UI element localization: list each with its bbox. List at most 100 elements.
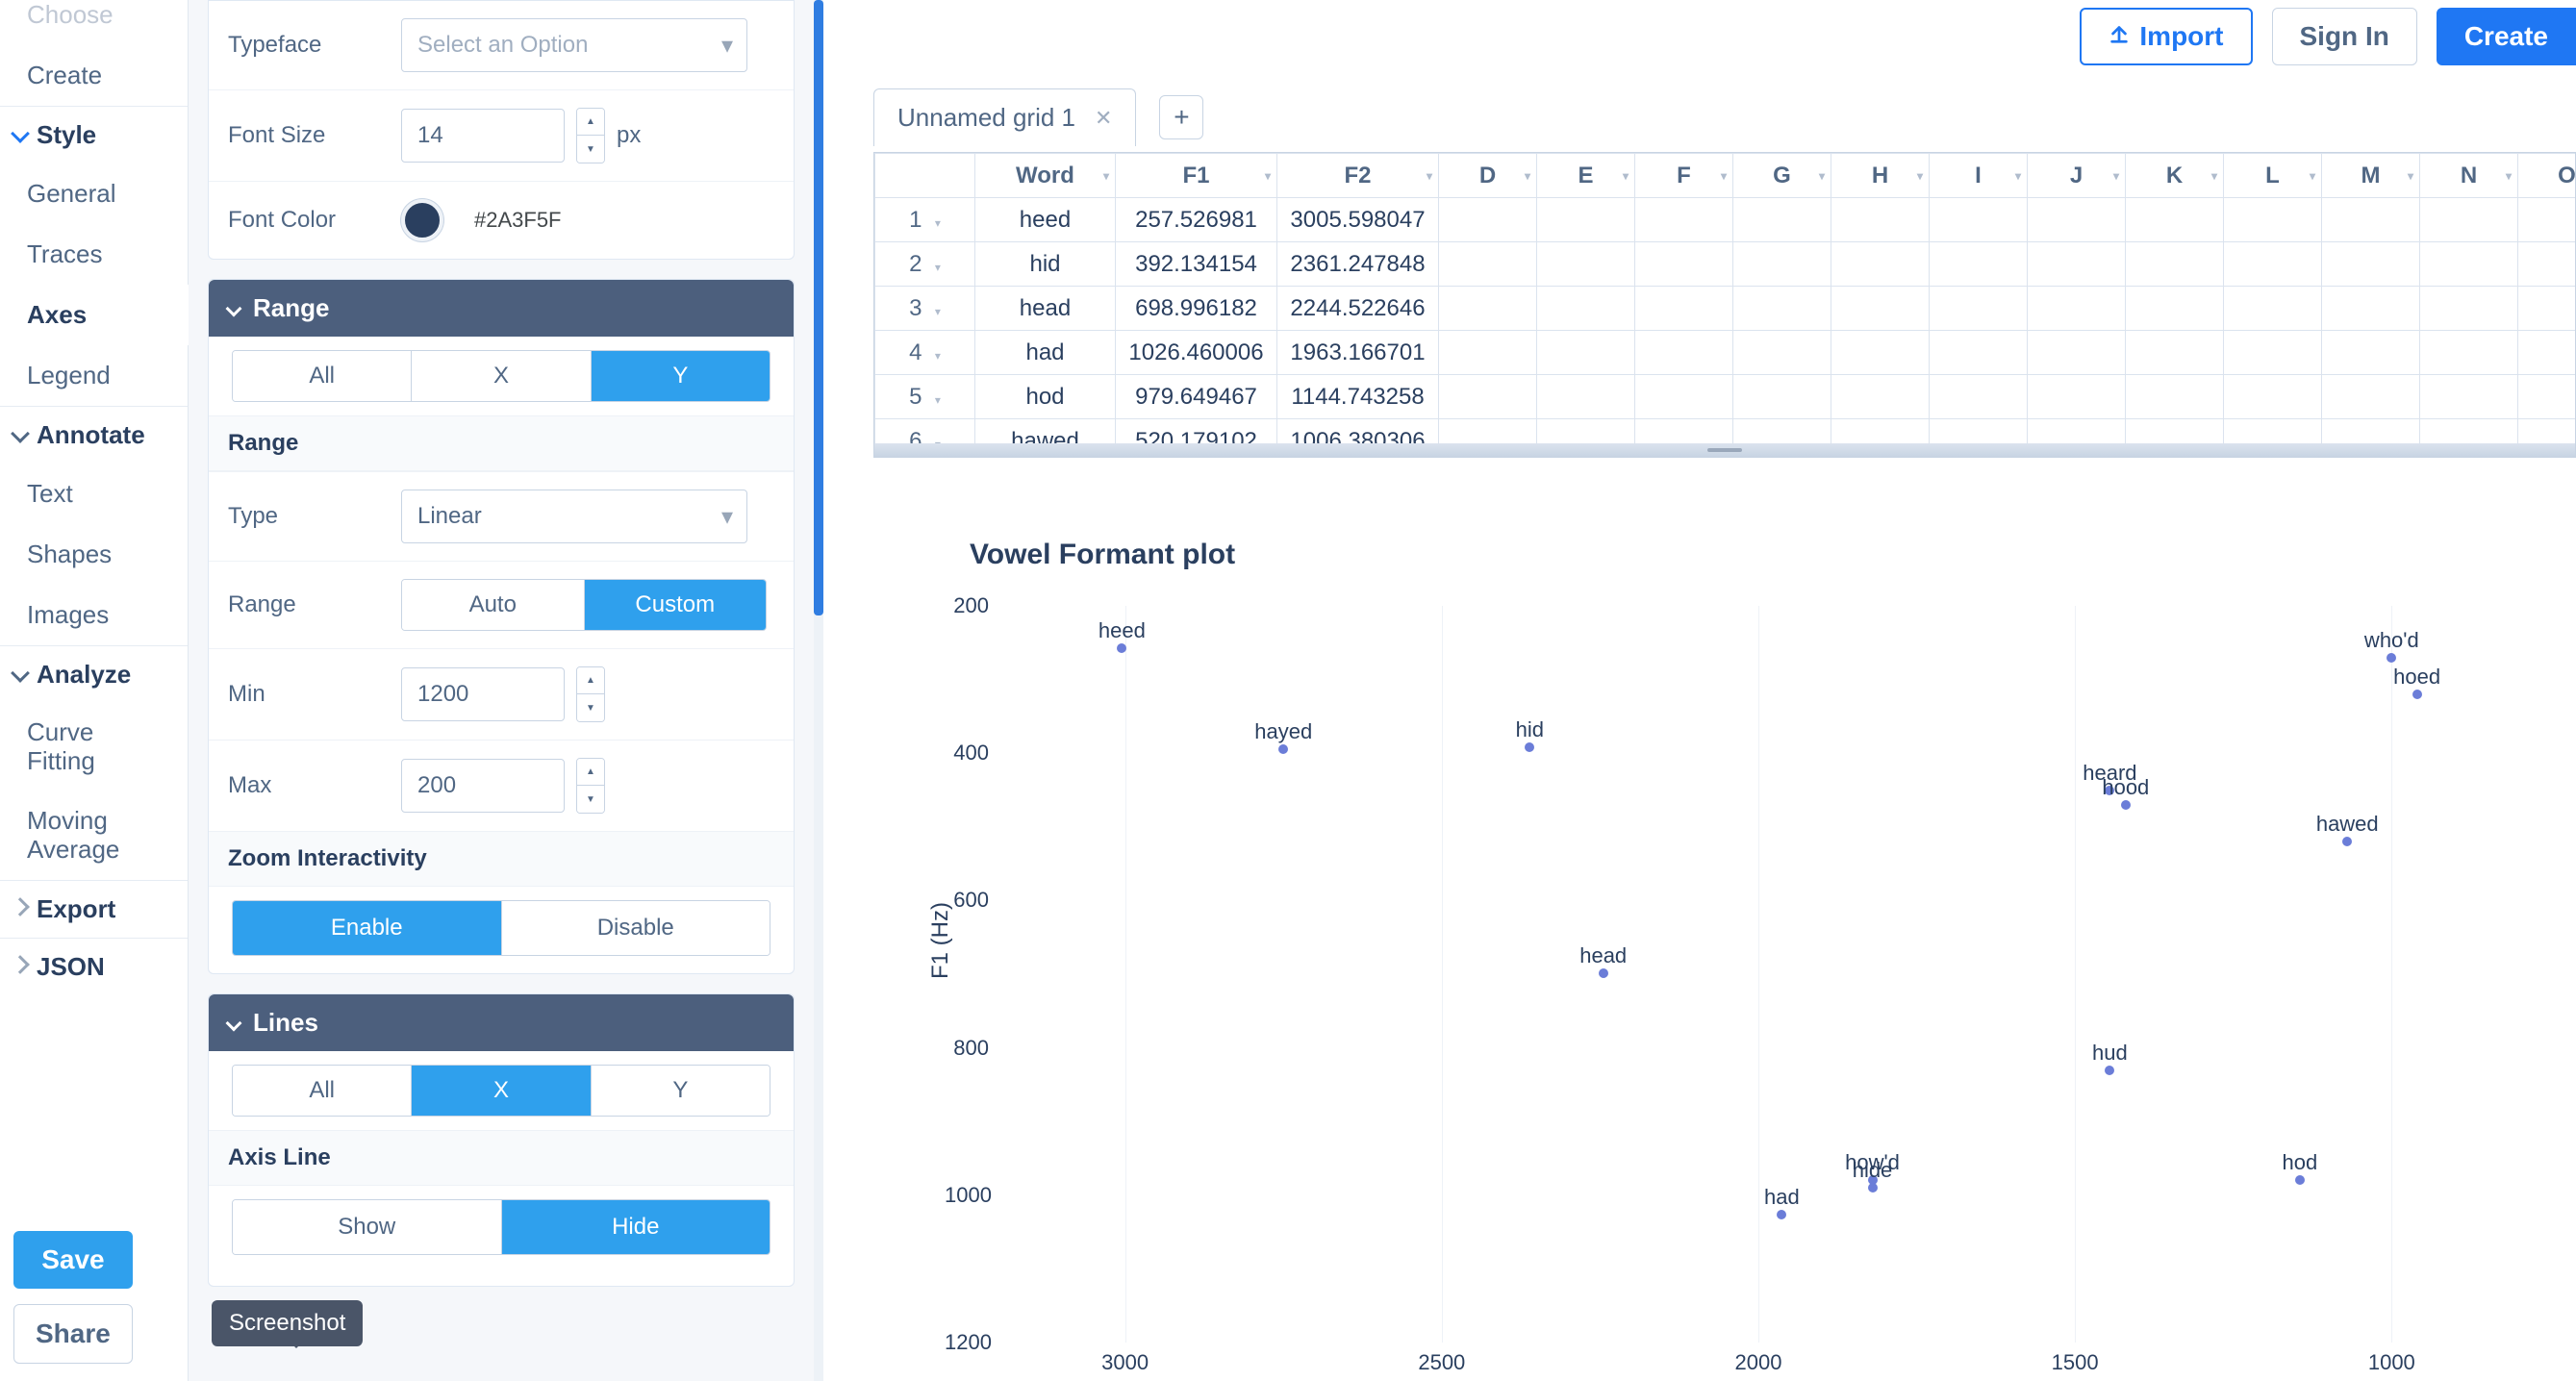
grid-cell[interactable]: 3005.598047: [1277, 198, 1439, 242]
data-point[interactable]: [1599, 968, 1608, 978]
fontsize-input[interactable]: 14: [401, 109, 565, 163]
lines-tab-y[interactable]: Y: [592, 1066, 770, 1116]
grid-cell[interactable]: hawed: [975, 419, 1116, 444]
grid-cell[interactable]: [1930, 419, 2028, 444]
grid-cell[interactable]: [1733, 287, 1831, 331]
min-up[interactable]: ▲: [577, 667, 604, 694]
grid-col-header[interactable]: F2▾: [1277, 154, 1439, 198]
grid-cell[interactable]: 392.134154: [1116, 242, 1277, 287]
grid-cell[interactable]: 979.649467: [1116, 375, 1277, 419]
grid-cell[interactable]: [2518, 242, 2576, 287]
grid-cell[interactable]: [1439, 375, 1537, 419]
save-button[interactable]: Save: [13, 1231, 133, 1289]
grid-cell[interactable]: [1930, 198, 2028, 242]
plot-region[interactable]: 2004006008001000120030002500200015001000…: [998, 606, 2518, 1343]
max-down[interactable]: ▼: [577, 786, 604, 813]
grid-cell[interactable]: [1733, 198, 1831, 242]
grid-cell[interactable]: head: [975, 287, 1116, 331]
data-point[interactable]: [1278, 744, 1288, 754]
nav-item-text[interactable]: Text: [0, 464, 188, 524]
grid-cell[interactable]: [2028, 419, 2126, 444]
grid-cell[interactable]: [2518, 287, 2576, 331]
nav-item-general[interactable]: General: [0, 163, 188, 224]
grid-cell[interactable]: 2361.247848: [1277, 242, 1439, 287]
data-point[interactable]: [2412, 690, 2422, 699]
grid-cell[interactable]: [2028, 375, 2126, 419]
grid-col-header[interactable]: J▾: [2028, 154, 2126, 198]
nav-item-moving-average[interactable]: Moving Average: [0, 791, 188, 880]
dropdown-icon[interactable]: ▾: [1917, 169, 1923, 183]
grid-row-header[interactable]: 5 ▾: [875, 375, 975, 419]
grid-cell[interactable]: [2224, 198, 2322, 242]
dropdown-icon[interactable]: ▾: [1819, 169, 1825, 183]
grid-cell[interactable]: [2420, 287, 2518, 331]
grid-cell[interactable]: [1537, 331, 1635, 375]
grid-cell[interactable]: [2224, 242, 2322, 287]
max-input[interactable]: 200: [401, 759, 565, 813]
grid-cell[interactable]: [2126, 331, 2224, 375]
range-section-header[interactable]: Range: [209, 280, 794, 337]
grid-cell[interactable]: [1439, 419, 1537, 444]
grid-cell[interactable]: [2518, 375, 2576, 419]
grid-row-header[interactable]: 4 ▾: [875, 331, 975, 375]
share-button[interactable]: Share: [13, 1304, 133, 1364]
grid-cell[interactable]: [2420, 375, 2518, 419]
nav-item-curve-fitting[interactable]: Curve Fitting: [0, 703, 188, 791]
nav-item-legend[interactable]: Legend: [0, 345, 188, 406]
grid-cell[interactable]: hid: [975, 242, 1116, 287]
grid-cell[interactable]: [1635, 419, 1733, 444]
grid-cell[interactable]: [1439, 242, 1537, 287]
grid-cell[interactable]: [1635, 287, 1733, 331]
grid-cell[interactable]: 1006.380306: [1277, 419, 1439, 444]
grid-cell[interactable]: 1144.743258: [1277, 375, 1439, 419]
grid-col-header[interactable]: F▾: [1635, 154, 1733, 198]
grid-cell[interactable]: [2420, 331, 2518, 375]
grid-cell[interactable]: [1537, 198, 1635, 242]
nav-section-style[interactable]: Style: [0, 107, 188, 163]
grid-cell[interactable]: [1635, 375, 1733, 419]
grid-cell[interactable]: [1930, 375, 2028, 419]
grid-col-header[interactable]: D▾: [1439, 154, 1537, 198]
grid-col-header[interactable]: O▾: [2518, 154, 2576, 198]
fontcolor-swatch[interactable]: [401, 199, 443, 241]
dropdown-icon[interactable]: ▾: [1525, 169, 1530, 183]
axis-line-show[interactable]: Show: [233, 1200, 502, 1254]
data-point[interactable]: [2342, 837, 2352, 846]
grid-cell[interactable]: 257.526981: [1116, 198, 1277, 242]
dropdown-icon[interactable]: ▾: [1265, 169, 1271, 183]
grid-cell[interactable]: [1439, 287, 1537, 331]
typeface-select[interactable]: Select an Option ▾: [401, 18, 747, 72]
grid-cell[interactable]: [2322, 331, 2420, 375]
grid-cell[interactable]: [1930, 287, 2028, 331]
grid-col-header[interactable]: G▾: [1733, 154, 1831, 198]
grid-cell[interactable]: [2126, 375, 2224, 419]
grid-col-header[interactable]: Word▾: [975, 154, 1116, 198]
nav-section-annotate[interactable]: Annotate: [0, 407, 188, 464]
grid-row-header[interactable]: 6 ▾: [875, 419, 975, 444]
grid-col-header[interactable]: N▾: [2420, 154, 2518, 198]
nav-item-images[interactable]: Images: [0, 585, 188, 645]
min-input[interactable]: 1200: [401, 667, 565, 721]
grid-cell[interactable]: [1733, 375, 1831, 419]
min-down[interactable]: ▼: [577, 694, 604, 721]
grid-cell[interactable]: [1733, 331, 1831, 375]
data-point[interactable]: [2105, 1066, 2114, 1075]
grid-corner[interactable]: [875, 154, 975, 198]
data-point[interactable]: [2121, 800, 2131, 810]
grid-cell[interactable]: [2518, 331, 2576, 375]
grid-cell[interactable]: [1635, 242, 1733, 287]
dropdown-icon[interactable]: ▾: [2211, 169, 2217, 183]
grid-cell[interactable]: [2322, 287, 2420, 331]
grid-cell[interactable]: [2028, 242, 2126, 287]
range-tab-all[interactable]: All: [233, 351, 412, 401]
nav-item-axes[interactable]: Axes: [0, 285, 188, 345]
grid-cell[interactable]: [2126, 287, 2224, 331]
grid-cell[interactable]: [1635, 198, 1733, 242]
grid-cell[interactable]: [2126, 198, 2224, 242]
grid-cell[interactable]: [2224, 331, 2322, 375]
data-grid[interactable]: Word▾F1▾F2▾D▾E▾F▾G▾H▾I▾J▾K▾L▾M▾N▾O▾P▾1 ▾…: [873, 152, 2576, 458]
grid-cell[interactable]: [1537, 287, 1635, 331]
grid-cell[interactable]: [1537, 242, 1635, 287]
range-mode-auto[interactable]: Auto: [402, 580, 585, 630]
lines-section-header[interactable]: Lines: [209, 994, 794, 1051]
